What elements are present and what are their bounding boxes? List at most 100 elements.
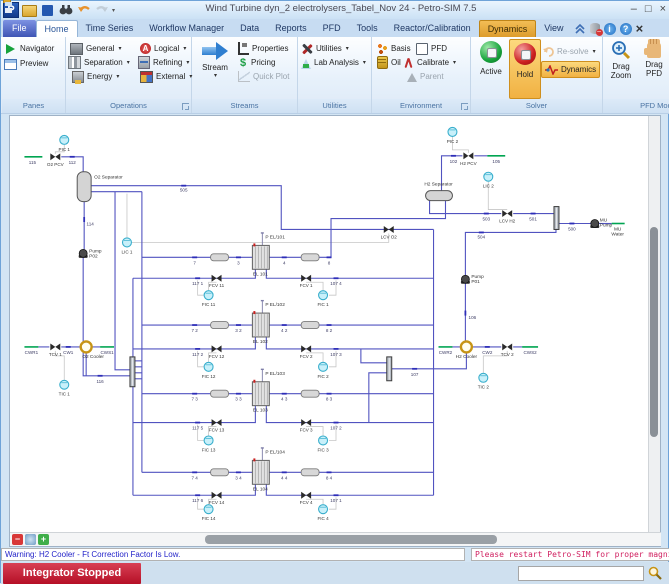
electrolyser-cell-el-104[interactable] xyxy=(251,459,270,485)
zoom-out-button[interactable]: − xyxy=(12,534,23,545)
controller-fic-14[interactable] xyxy=(203,504,214,515)
heater[interactable] xyxy=(210,389,229,398)
stream-tick-4-3[interactable] xyxy=(281,392,287,395)
pump[interactable] xyxy=(78,248,88,258)
heater[interactable] xyxy=(210,321,229,329)
pfd-button[interactable]: PFD xyxy=(416,42,447,55)
stream-tick-3-3[interactable] xyxy=(235,392,241,395)
heater[interactable] xyxy=(300,389,320,398)
tab-home[interactable]: Home xyxy=(35,20,78,37)
basis-button[interactable]: Basis xyxy=(377,42,411,55)
stream-label-102[interactable]: 102 xyxy=(450,159,458,164)
bottom-search-box[interactable] xyxy=(518,566,644,581)
stream-label-cwr2[interactable]: CWR2 xyxy=(439,350,453,355)
stream-tick-7-4[interactable] xyxy=(192,471,198,474)
tab-dynamics[interactable]: Dynamics xyxy=(478,20,537,37)
stream-label-503[interactable]: 503 xyxy=(482,217,490,222)
zoom-in-button[interactable]: + xyxy=(38,534,49,545)
stream-tick-107[interactable] xyxy=(412,367,418,370)
stream-label-cw2[interactable]: CW2 xyxy=(482,350,493,355)
heater[interactable] xyxy=(210,253,229,262)
stream-label-8-2[interactable]: 8 2 xyxy=(326,328,333,333)
stream-label-4-4[interactable]: 4 4 xyxy=(281,475,288,480)
stream-tick-8-3[interactable] xyxy=(326,392,332,395)
stream-tick-3-2[interactable] xyxy=(235,324,241,326)
pump[interactable] xyxy=(461,274,470,284)
separation-button[interactable]: Separation ▾ xyxy=(68,56,130,69)
stream-tick-500[interactable] xyxy=(569,222,575,225)
environment-dialog-launcher[interactable] xyxy=(461,103,468,110)
heater[interactable] xyxy=(300,253,320,262)
stream-tick-7-3[interactable] xyxy=(192,392,198,395)
electrolyser-cell-el-103[interactable] xyxy=(251,381,270,407)
stream-label-107-1[interactable]: 107 1 xyxy=(330,498,342,503)
controller-tic-1[interactable] xyxy=(59,379,70,390)
controller-fic-11[interactable] xyxy=(203,290,214,301)
valve-fcv-13[interactable] xyxy=(211,419,222,427)
electrolyser-cell-el-102[interactable] xyxy=(251,312,270,338)
electrolyser-cell-el-101[interactable] xyxy=(251,244,270,270)
tab-view[interactable]: View xyxy=(536,20,571,37)
redo-button[interactable] xyxy=(94,3,109,18)
stream-tick-106[interactable] xyxy=(464,310,467,316)
stream-tick-107-1[interactable] xyxy=(333,494,339,497)
find-button[interactable] xyxy=(58,3,73,18)
heater[interactable] xyxy=(300,468,320,477)
stream-tick-7[interactable] xyxy=(192,256,198,259)
stream-tick-117-6[interactable] xyxy=(195,494,201,497)
pfd-vscroll-thumb[interactable] xyxy=(650,227,658,437)
valve-tcv-2[interactable] xyxy=(502,343,513,351)
stream-tick-107-4[interactable] xyxy=(333,277,339,280)
controller-fic-13[interactable] xyxy=(203,435,214,446)
stream-label-501[interactable]: 501 xyxy=(529,217,537,222)
stream-label-3[interactable]: 3 xyxy=(237,260,240,265)
valve-fcv-3[interactable] xyxy=(301,419,312,427)
valve-fcv-4[interactable] xyxy=(301,491,312,499)
stream-tick-505[interactable] xyxy=(181,184,187,187)
separator-vessel[interactable] xyxy=(76,171,92,203)
cooler[interactable] xyxy=(79,340,93,354)
stream-tick-cw1[interactable] xyxy=(65,346,71,348)
stream-label-3-3[interactable]: 3 3 xyxy=(235,397,242,402)
drag-pfd-button[interactable]: Drag PFD xyxy=(639,39,669,78)
stream-label-8-4[interactable]: 8 4 xyxy=(326,475,333,480)
stream-tick-4[interactable] xyxy=(281,256,287,259)
cooler[interactable] xyxy=(459,340,474,354)
open-button[interactable] xyxy=(22,3,37,18)
stream-tick-3-4[interactable] xyxy=(235,471,241,474)
info-icon[interactable]: i xyxy=(603,22,616,35)
heater[interactable] xyxy=(210,468,229,477)
stream-label-117-1[interactable]: 117 1 xyxy=(192,281,204,286)
stream-tick-cw2[interactable] xyxy=(484,346,490,348)
stream-tick-3[interactable] xyxy=(235,256,241,259)
heater[interactable] xyxy=(300,321,320,329)
stream-label-107-3[interactable]: 107 3 xyxy=(330,352,342,357)
stream-tick-4-2[interactable] xyxy=(281,324,287,326)
general-button[interactable]: General ▾ xyxy=(70,42,121,55)
dynamics-mode-button[interactable]: Dynamics xyxy=(541,61,601,78)
qat-dropdown[interactable]: ▾ xyxy=(112,7,115,14)
controller-fic-3[interactable] xyxy=(318,435,329,446)
stream-tick-7-2[interactable] xyxy=(192,324,198,326)
collapse-ribbon-icon[interactable] xyxy=(574,23,586,35)
stream-label-8[interactable]: 8 xyxy=(328,260,331,265)
navigator-button[interactable]: Navigator xyxy=(4,42,54,55)
stream-label-107-2[interactable]: 107 2 xyxy=(330,426,342,431)
stream-button[interactable]: Stream ▾ xyxy=(197,39,233,79)
zoom-fit-button[interactable] xyxy=(25,534,36,545)
stream-tick-501[interactable] xyxy=(530,212,536,215)
lab-analysis-button[interactable]: Lab Analysis ▾ xyxy=(301,56,366,69)
minimize-button[interactable]: – xyxy=(631,3,637,15)
stream-tick-117-2[interactable] xyxy=(195,348,201,350)
tab-pfd[interactable]: PFD xyxy=(315,20,349,37)
valve-o2-pcv[interactable] xyxy=(50,153,61,161)
pfd-canvas[interactable]: O2 PCVLCV O2H2 PCVLCV H2TCV 1 TCV 2FCV 11… xyxy=(10,116,660,546)
tab-reports[interactable]: Reports xyxy=(267,20,315,37)
properties-button[interactable]: Properties xyxy=(238,42,288,55)
valve-fcv-2[interactable] xyxy=(301,345,312,353)
stream-label-3-2[interactable]: 3 2 xyxy=(235,328,242,333)
tab-workflow-manager[interactable]: Workflow Manager xyxy=(141,20,232,37)
tab-time-series[interactable]: Time Series xyxy=(78,20,142,37)
energy-button[interactable]: Energy ▾ xyxy=(72,70,119,84)
tab-reactor-calibration[interactable]: Reactor/Calibration xyxy=(386,20,479,37)
